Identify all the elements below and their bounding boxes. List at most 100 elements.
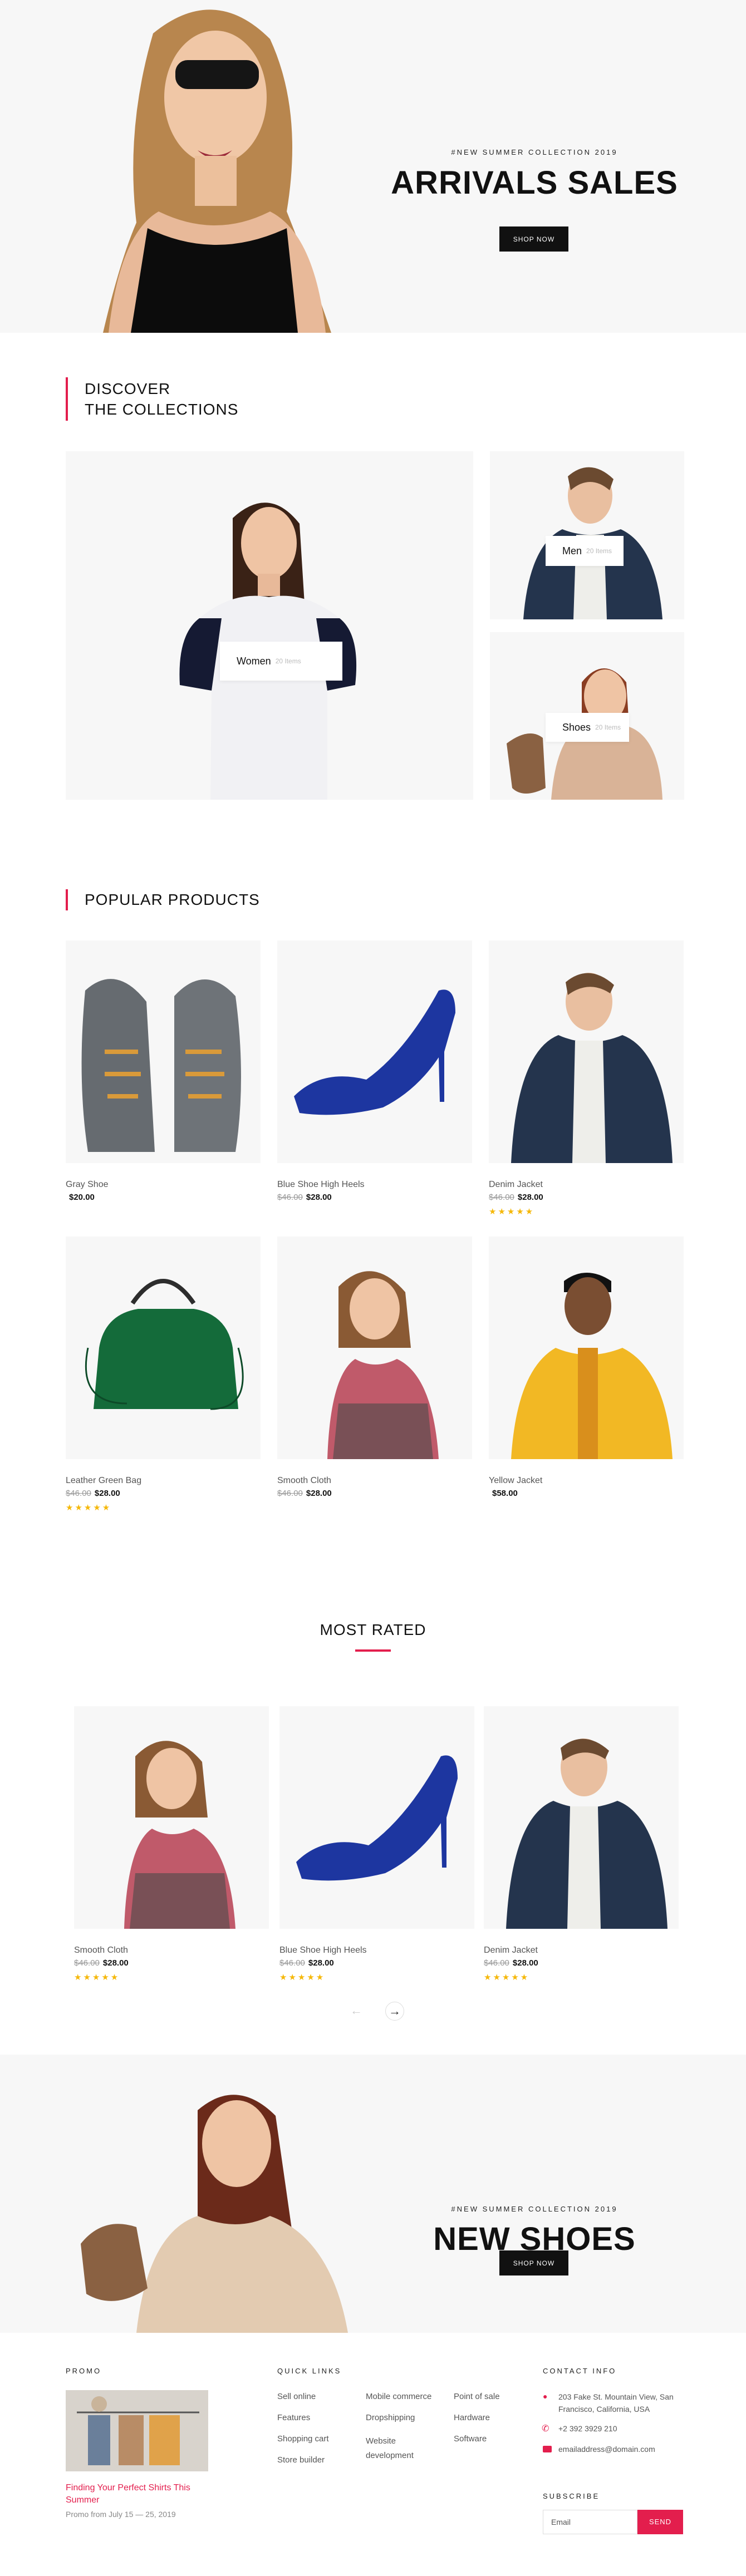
most-rated-underline [355,1649,391,1652]
product-name[interactable]: Smooth Cloth [277,1476,331,1486]
popular-title: POPULAR PRODUCTS [85,891,260,908]
collection-label-men-text: Men [562,545,582,556]
gray-shoe-image [81,979,241,1152]
subscribe-email-input[interactable]: Email [543,2510,637,2534]
footer-link[interactable]: Point of sale [454,2392,500,2401]
hero-eyebrow: #NEW SUMMER COLLECTION 2019 [451,148,618,156]
popular-accent-bar [66,889,68,910]
footer-link[interactable]: Store builder [277,2455,325,2465]
product-card-image[interactable] [66,1237,261,1459]
product-old-price: $46.00 [277,1193,303,1202]
product-old-price: $46.00 [489,1193,514,1202]
location-pin-icon: ● [543,2392,548,2401]
hero-title: ARRIVALS SALES [391,165,678,201]
product-price: $46.00 $28.00 [66,1489,120,1498]
footer-promo-heading: PROMO [66,2367,102,2375]
product-card-image[interactable] [489,1237,684,1459]
footer-link[interactable]: Software [454,2434,487,2444]
footer-link[interactable]: Features [277,2413,310,2422]
rated-current-price: $28.00 [512,1958,538,1968]
collection-label-shoes[interactable]: Shoes 20 Items [546,713,629,742]
rated-product-name[interactable]: Blue Shoe High Heels [279,1945,367,1956]
hero-shop-now-button[interactable]: SHOP NOW [499,226,568,252]
footer-contact-address: 203 Fake St. Mountain View, San Francisc… [558,2392,674,2414]
product-price: $46.00 $28.00 [489,1193,543,1202]
footer-link[interactable]: Hardware [454,2413,490,2422]
most-rated-title: MOST RATED [320,1621,426,1638]
collection-label-shoes-text: Shoes [562,721,591,733]
footer-link[interactable]: Dropshipping [366,2413,415,2422]
footer-quick-links-heading: QUICK LINKS [277,2367,342,2375]
product-name[interactable]: Leather Green Bag [66,1476,141,1486]
footer-link[interactable]: Mobile commerce [366,2392,431,2401]
subscribe-send-button[interactable]: SEND [637,2510,683,2534]
collections-title-line1: DISCOVER [85,380,171,397]
rated-stars: ★★★★★ [484,1973,530,1982]
rated-product-price: $46.00 $28.00 [484,1958,538,1968]
product-card-image[interactable] [277,940,472,1163]
product-current-price: $28.00 [517,1193,543,1202]
women-model-image [179,503,357,800]
new-shoes-model-image [70,2088,359,2333]
new-shoes-eyebrow: #NEW SUMMER COLLECTION 2019 [451,2205,618,2213]
product-price: $46.00 $28.00 [277,1489,332,1498]
footer-contact-email[interactable]: emailaddress@domain.com [558,2445,655,2454]
carousel-next-button[interactable]: → [385,2002,404,2021]
men-model-image [523,467,662,619]
collection-label-women[interactable]: Women 20 Items [220,642,342,681]
product-current-price: $28.00 [306,1489,332,1498]
product-card-image[interactable] [66,940,261,1163]
product-current-price: $58.00 [492,1489,518,1498]
rated-product-price: $46.00 $28.00 [279,1958,334,1968]
blue-heel-image [294,989,455,1115]
rated-product-price: $46.00 $28.00 [74,1958,129,1968]
product-name[interactable]: Denim Jacket [489,1180,543,1190]
product-current-price: $20.00 [69,1193,95,1202]
smooth-cloth-image [327,1271,439,1459]
footer-link[interactable]: Shopping cart [277,2434,329,2444]
blue-heel-image [296,1755,458,1881]
rated-card-image[interactable] [74,1706,269,1929]
collection-card-women[interactable]: Women 20 Items [66,451,473,800]
hero-model-image [70,0,359,333]
product-old-price: $46.00 [277,1489,303,1498]
carousel-prev-button[interactable]: ← [347,2002,366,2021]
collection-count-women: 20 Items [275,657,301,665]
product-old-price: $46.00 [66,1489,91,1498]
rated-old-price: $46.00 [484,1958,509,1968]
new-shoes-shop-now-button[interactable]: SHOP NOW [499,2250,568,2275]
rated-old-price: $46.00 [279,1958,305,1968]
product-card-image[interactable] [489,940,684,1163]
smooth-cloth-image [124,1741,235,1929]
collection-card-shoes[interactable]: Shoes 20 Items [490,632,684,800]
footer-contact-phone[interactable]: +2 392 3929 210 [558,2424,617,2433]
product-current-price: $28.00 [306,1193,332,1202]
product-name[interactable]: Blue Shoe High Heels [277,1180,365,1190]
phone-icon: ✆ [542,2424,549,2434]
footer-contact-heading: CONTACT INFO [543,2367,617,2375]
rated-card-image[interactable] [279,1706,474,1929]
rated-product-name[interactable]: Smooth Cloth [74,1945,128,1956]
footer-link[interactable]: Website development [366,2434,427,2463]
product-name[interactable]: Gray Shoe [66,1180,108,1190]
denim-jacket-image [511,973,673,1163]
footer-promo-title[interactable]: Finding Your Perfect Shirts This Summer [66,2482,208,2506]
collection-label-men[interactable]: Men 20 Items [546,536,624,566]
collection-count-shoes: 20 Items [595,723,621,731]
collection-count-men: 20 Items [586,547,612,555]
product-name[interactable]: Yellow Jacket [489,1476,542,1486]
mail-icon [543,2446,552,2452]
collections-accent-bar [66,377,68,421]
product-rating-stars: ★★★★★ [66,1503,112,1513]
denim-jacket-image [506,1738,668,1929]
footer-promo-image[interactable] [66,2390,208,2471]
rated-product-name[interactable]: Denim Jacket [484,1945,538,1956]
new-shoes-banner: #NEW SUMMER COLLECTION 2019 NEW SHOES SH… [0,2055,746,2333]
collection-card-men[interactable]: Men 20 Items [490,451,684,619]
product-card-image[interactable] [277,1237,472,1459]
product-rating-stars: ★★★★★ [489,1207,535,1216]
hero-banner: #NEW SUMMER COLLECTION 2019 ARRIVALS SAL… [0,0,746,333]
rated-card-image[interactable] [484,1706,679,1929]
footer-link[interactable]: Sell online [277,2392,316,2401]
footer-subscribe-heading: SUBSCRIBE [543,2492,600,2500]
